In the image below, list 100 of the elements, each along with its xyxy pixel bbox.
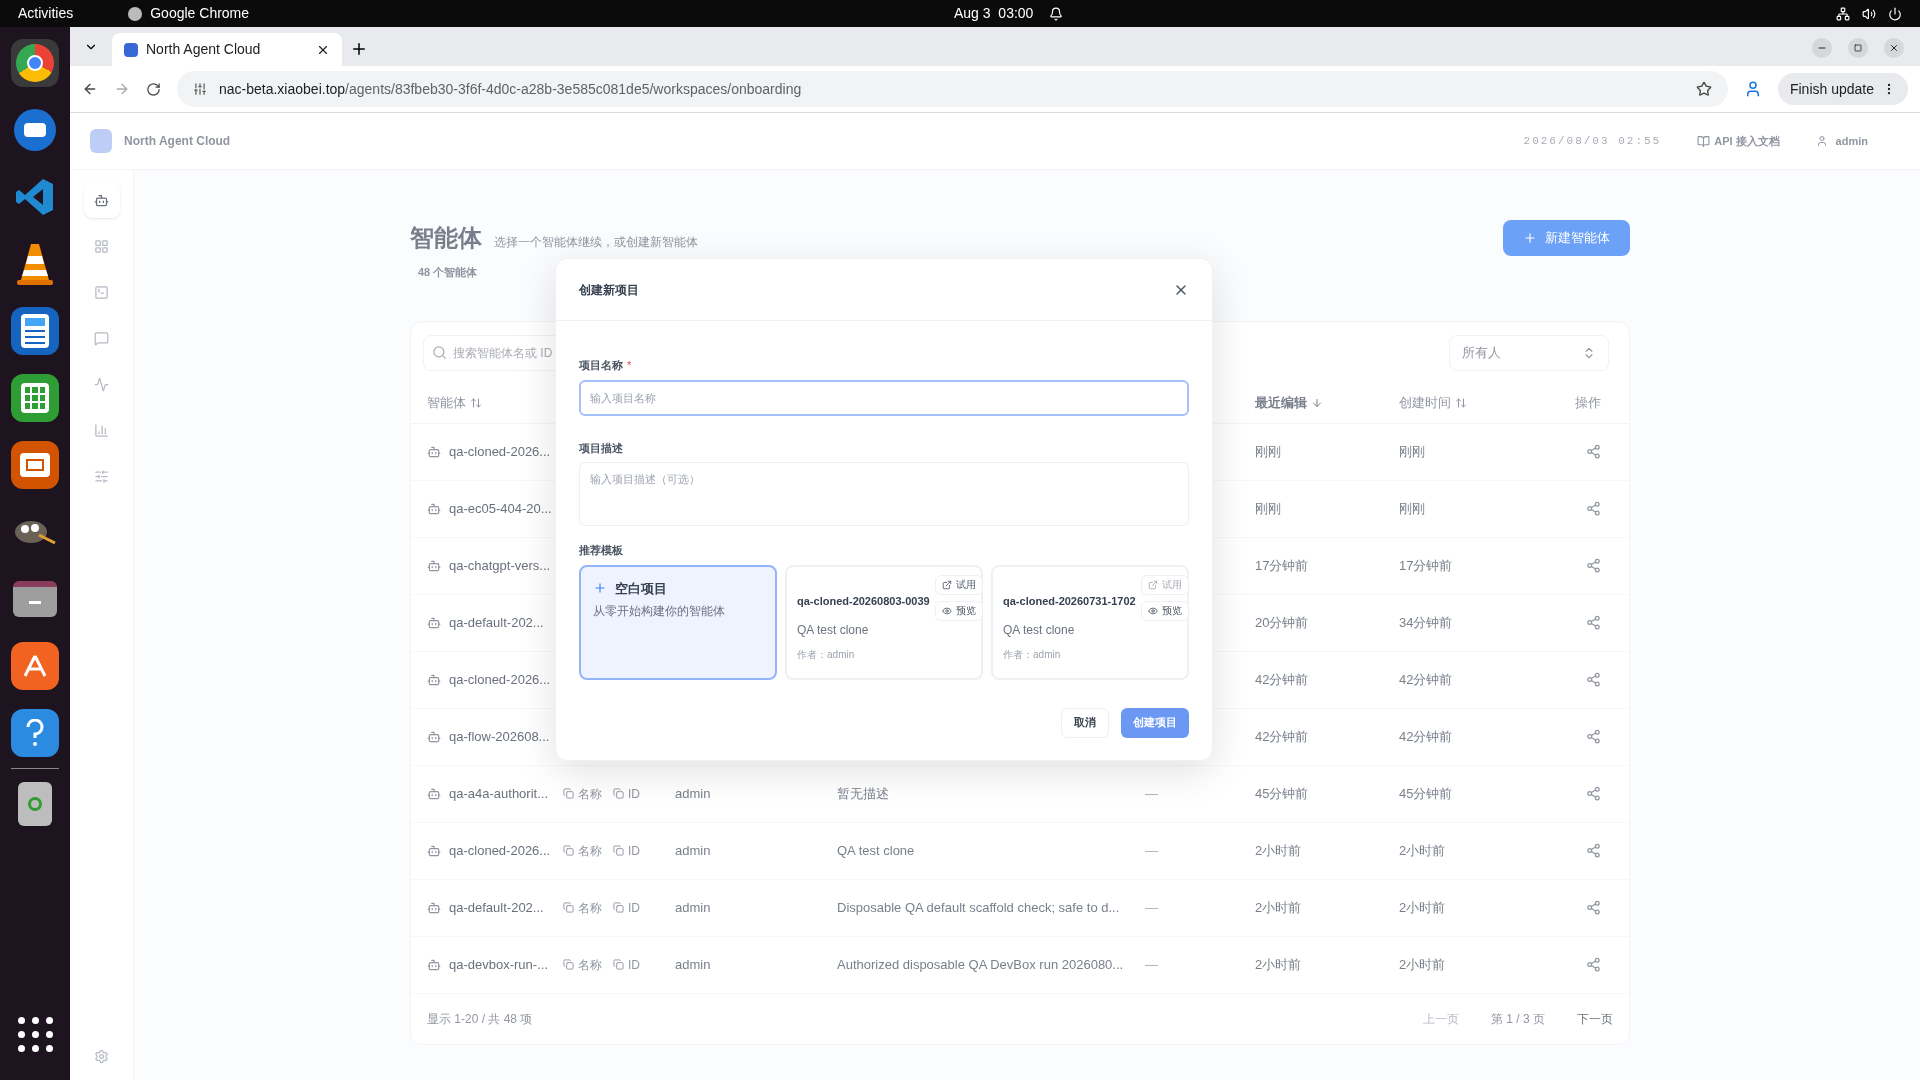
template-title: qa-cloned-20260803-0039 [797,593,931,609]
agent-name[interactable]: qa-cloned-2026... [449,441,551,462]
created-cell: 2小时前 [1399,842,1446,858]
template-card[interactable]: 空白项目 从零开始构建你的智能体 [579,564,777,680]
template-card[interactable]: qa-cloned-20260803-0039 QA test clone 作者：admin 试用 预览 [785,564,983,680]
template-description: QA test clone [797,622,870,639]
volume-icon[interactable] [1862,6,1876,21]
share-icon[interactable] [1586,786,1601,801]
browser-tab[interactable]: North Agent Cloud [112,33,342,66]
copy-id-button[interactable]: ID [613,955,640,974]
copy-id-button[interactable]: ID [613,898,640,917]
agent-name[interactable]: qa-cloned-2026... [449,669,551,690]
copy-id-button[interactable]: ID [613,841,640,860]
activities-button[interactable]: Activities [18,3,74,24]
app-grid-icon[interactable] [17,1017,53,1052]
copy-name-button[interactable]: 名称 [563,898,602,917]
copy-id-button[interactable]: ID [613,784,640,803]
page-indicator: 第 1 / 3 页 [1490,1010,1545,1028]
edited-cell: 2小时前 [1255,956,1302,972]
copy-name-button[interactable]: 名称 [563,784,602,803]
share-icon[interactable] [1586,615,1601,630]
copy-icon [563,902,574,913]
cancel-button[interactable]: 取消 [1061,707,1109,738]
minimize-button[interactable] [1812,38,1832,58]
share-icon[interactable] [1586,444,1601,459]
agent-name[interactable]: qa-default-202... [449,897,544,918]
clock[interactable]: Aug 3 03:00 [954,3,1034,24]
sort-icon[interactable] [470,397,482,409]
spreadsheet-icon[interactable] [11,374,59,422]
edited-cell: 2小时前 [1255,842,1302,858]
create-button[interactable]: 创建项目 [1121,707,1189,738]
sort-desc-icon[interactable] [1311,397,1323,409]
bot-icon [427,843,441,858]
share-icon[interactable] [1586,672,1601,687]
created-cell: 刚刚 [1399,443,1425,459]
preview-button[interactable]: 预览 [935,600,983,621]
agent-name[interactable]: qa-cloned-2026... [449,840,551,861]
bookmark-icon[interactable] [1695,81,1712,97]
column-header[interactable]: 最近编辑 [1255,393,1323,413]
copy-icon [563,845,574,856]
copy-name-button[interactable]: 名称 [563,955,602,974]
address-bar[interactable]: nac-beta.xiaobei.top/agents/83fbeb30-3f6f-4d0c-a28b-3e585c081de5/workspaces/onboarding [177,71,1728,107]
book-icon [1697,134,1711,148]
presentation-icon[interactable] [11,441,59,489]
next-page-button[interactable]: 下一页 [1577,1009,1613,1028]
agent-name[interactable]: qa-a4a-authorit... [449,783,548,804]
preview-button[interactable]: 预览 [1141,600,1189,621]
share-icon[interactable] [1586,900,1601,915]
template-card[interactable]: qa-cloned-20260731-1702 QA test clone 作者：admin 试用 预览 [991,564,1189,680]
reload-icon[interactable] [146,81,161,97]
document-icon[interactable] [11,307,59,355]
share-icon[interactable] [1586,957,1601,972]
column-header[interactable]: 创建时间 [1399,393,1467,413]
site-settings-icon [193,82,207,96]
copy-name-button[interactable]: 名称 [563,841,602,860]
share-icon[interactable] [1586,501,1601,516]
power-icon[interactable] [1888,6,1902,21]
shopping-bag-icon[interactable] [11,642,59,690]
field-label: 推荐模板 [579,543,624,558]
bot-icon [427,729,441,744]
edited-cell: 45分钟前 [1255,785,1309,801]
api-docs-link[interactable]: API 接入文档 [1697,132,1780,150]
eye-icon [942,605,952,616]
type-cell: — [1145,842,1158,858]
copy-icon [613,902,624,913]
required-mark: * [627,358,632,373]
favicon-icon [124,42,138,57]
maximize-icon [1854,44,1862,52]
owner-cell: admin [675,956,711,972]
share-icon[interactable] [1586,843,1601,858]
try-button[interactable]: 试用 [935,574,983,595]
bot-icon [427,558,441,573]
name-input[interactable]: 输入项目名称 [579,379,1189,416]
description-cell: 暂无描述 [837,785,889,801]
help-icon[interactable] [11,709,59,757]
app-menu[interactable]: Google Chrome [150,3,250,24]
column-header[interactable]: 智能体 [427,393,482,413]
agent-name[interactable]: qa-ec05-404-20... [449,498,552,519]
page-subtitle: 选择一个智能体继续，或创建新智能体 [494,234,698,251]
nav-bot-icon[interactable] [83,182,120,218]
edited-cell: 17分钟前 [1255,557,1309,573]
update-button[interactable]: Finish update [1777,73,1908,105]
maximize-button[interactable] [1848,38,1868,58]
agent-name[interactable]: qa-devbox-run-... [449,954,548,975]
share-icon[interactable] [1586,558,1601,573]
close-window-button[interactable] [1884,38,1904,58]
network-icon[interactable] [1836,6,1850,21]
type-cell: — [1145,956,1158,972]
browser-icon [128,6,143,21]
sort-icon[interactable] [1455,397,1467,409]
new-tab-icon[interactable] [350,40,368,58]
user-menu[interactable]: admin [1815,132,1868,150]
back-icon[interactable] [82,81,98,97]
browser-icon[interactable] [11,39,59,87]
owner-select[interactable]: 所有人 [1449,334,1609,371]
description-input[interactable]: 输入项目描述（可选） [579,462,1189,526]
agent-name[interactable]: qa-flow-202608... [449,726,550,747]
agent-name[interactable]: qa-default-202... [449,612,544,633]
share-icon[interactable] [1586,729,1601,744]
agent-name[interactable]: qa-chatgpt-vers... [449,555,551,576]
